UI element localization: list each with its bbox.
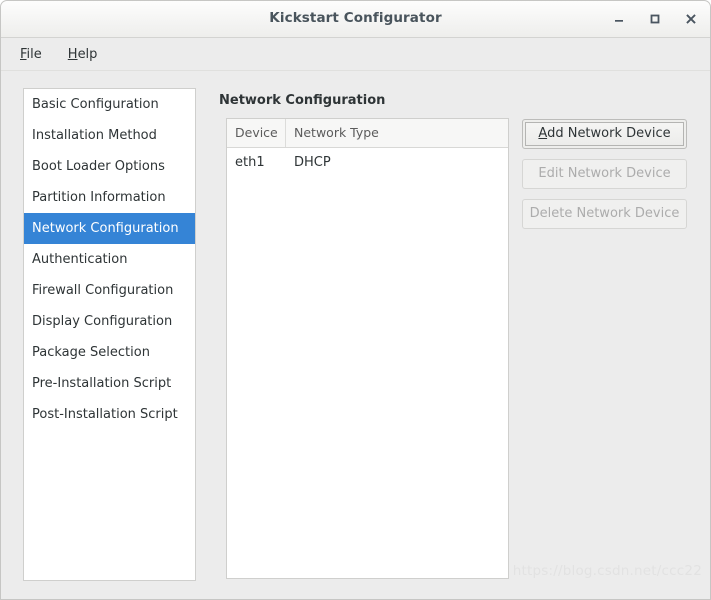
column-header-network-type[interactable]: Network Type — [286, 119, 508, 147]
menu-item-help[interactable]: Help — [60, 44, 106, 65]
add-network-device-button[interactable]: Add Network Device — [522, 119, 687, 149]
cell-network-type: DHCP — [294, 155, 331, 170]
cell-device: eth1 — [235, 155, 265, 170]
column-header-device[interactable]: Device — [227, 119, 286, 147]
sidebar-item-display-configuration[interactable]: Display Configuration — [24, 306, 195, 337]
delete-network-device-label: Delete Network Device — [529, 206, 680, 221]
menu-item-file[interactable]: File — [12, 44, 50, 65]
minimize-icon[interactable] — [609, 9, 629, 29]
sidebar-item-pre-installation-script[interactable]: Pre-Installation Script — [24, 368, 195, 399]
sidebar-item-partition-information[interactable]: Partition Information — [24, 182, 195, 213]
device-actions: Add Network Device Edit Network Device D… — [522, 119, 687, 239]
window-controls — [609, 1, 701, 37]
menu-bar: File Help — [1, 38, 710, 71]
sidebar-item-basic-configuration[interactable]: Basic Configuration — [24, 89, 195, 120]
sidebar-item-post-installation-script[interactable]: Post-Installation Script — [24, 399, 195, 430]
sidebar-item-firewall-configuration[interactable]: Firewall Configuration — [24, 275, 195, 306]
sidebar-item-authentication[interactable]: Authentication — [24, 244, 195, 275]
table-header-row: Device Network Type — [227, 119, 508, 148]
delete-network-device-button[interactable]: Delete Network Device — [522, 199, 687, 229]
application-window: Kickstart Configurator File Help Basic C… — [0, 0, 711, 600]
add-network-device-label: Add Network Device — [538, 126, 671, 141]
sidebar-nav-list[interactable]: Basic Configuration Installation Method … — [23, 88, 196, 581]
maximize-icon[interactable] — [645, 9, 665, 29]
window-title: Kickstart Configurator — [269, 10, 442, 26]
sidebar-item-installation-method[interactable]: Installation Method — [24, 120, 195, 151]
page-title: Network Configuration — [219, 93, 386, 108]
edit-network-device-button[interactable]: Edit Network Device — [522, 159, 687, 189]
title-bar: Kickstart Configurator — [1, 1, 710, 38]
network-devices-table[interactable]: Device Network Type eth1 DHCP — [226, 118, 509, 579]
window-body: Basic Configuration Installation Method … — [1, 71, 710, 599]
sidebar-item-network-configuration[interactable]: Network Configuration — [24, 213, 195, 244]
sidebar-item-package-selection[interactable]: Package Selection — [24, 337, 195, 368]
table-row[interactable]: eth1 DHCP — [227, 148, 508, 177]
sidebar-item-boot-loader-options[interactable]: Boot Loader Options — [24, 151, 195, 182]
watermark-text: https://blog.csdn.net/ccc22 — [512, 563, 702, 579]
edit-network-device-label: Edit Network Device — [538, 166, 671, 181]
close-icon[interactable] — [681, 9, 701, 29]
